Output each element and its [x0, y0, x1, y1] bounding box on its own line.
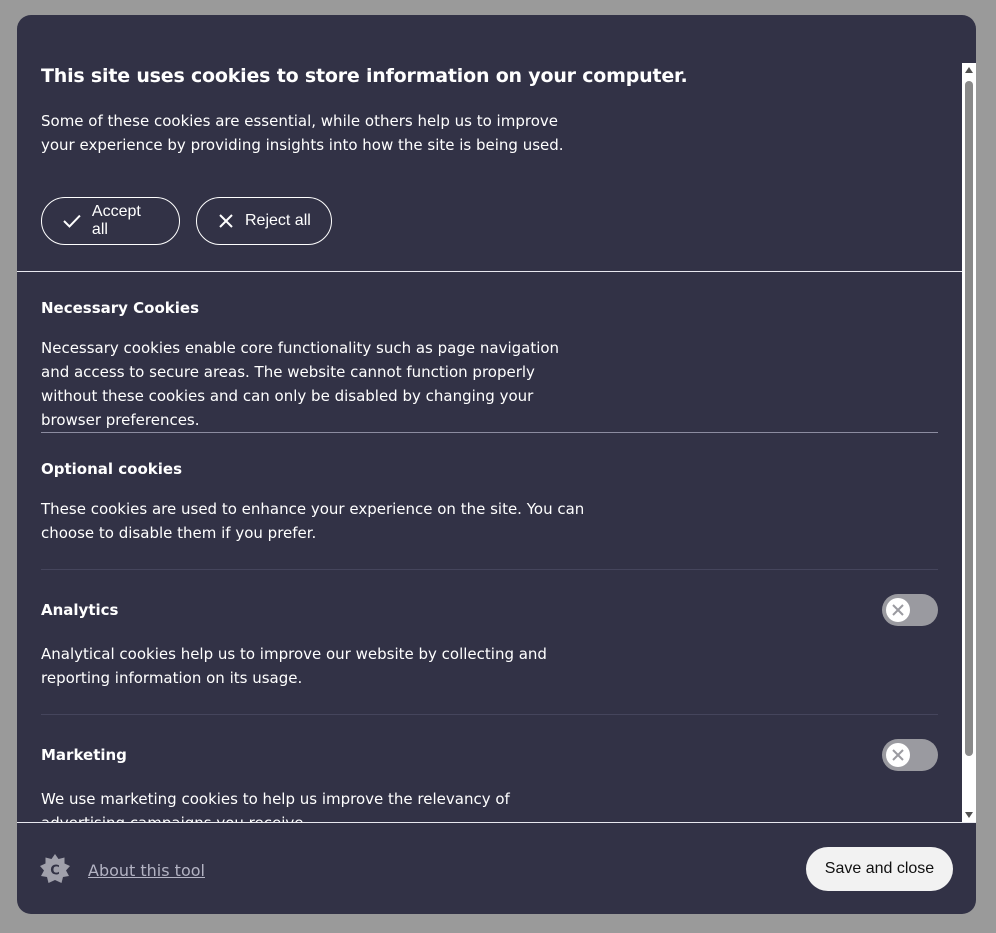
scrollbar[interactable]: [962, 63, 976, 822]
necessary-cookies-text: Necessary cookies enable core functional…: [41, 339, 560, 429]
marketing-heading: Marketing: [41, 746, 127, 764]
dialog-scroll-area[interactable]: This site uses cookies to store informat…: [17, 15, 962, 822]
cookie-consent-dialog: This site uses cookies to store informat…: [17, 15, 976, 914]
analytics-text: Analytical cookies help us to improve ou…: [41, 645, 547, 687]
close-icon: [892, 749, 904, 761]
civic-logo-icon: C: [40, 854, 70, 883]
optional-cookies-heading: Optional cookies: [41, 460, 182, 478]
svg-text:C: C: [50, 864, 60, 879]
scroll-down-arrow-icon[interactable]: [965, 812, 973, 818]
analytics-toggle[interactable]: [882, 594, 938, 626]
marketing-toggle[interactable]: [882, 739, 938, 771]
reject-all-button[interactable]: Reject all: [196, 197, 332, 245]
accept-all-button[interactable]: Accept all: [41, 197, 180, 245]
marketing-text: We use marketing cookies to help us impr…: [41, 790, 510, 822]
dialog-footer: C About this tool Save and close: [17, 822, 976, 914]
consent-buttons: Accept all Reject all: [41, 197, 332, 245]
close-icon: [219, 214, 233, 228]
toggle-knob: [886, 743, 910, 767]
optional-cookies-text: These cookies are used to enhance your e…: [41, 500, 585, 542]
close-icon: [892, 604, 904, 616]
dialog-title: This site uses cookies to store informat…: [41, 65, 688, 87]
divider: [41, 432, 938, 433]
save-and-close-button[interactable]: Save and close: [806, 847, 953, 891]
section-divider: [17, 271, 962, 272]
necessary-cookies-heading: Necessary Cookies: [41, 299, 200, 317]
reject-all-label: Reject all: [245, 212, 311, 229]
toggle-knob: [886, 598, 910, 622]
divider: [41, 569, 938, 570]
about-this-tool-link[interactable]: About this tool: [88, 861, 205, 880]
accept-all-label: Accept all: [91, 203, 141, 238]
check-icon: [63, 214, 81, 228]
intro-text: Some of these cookies are essential, whi…: [41, 112, 564, 154]
scroll-up-arrow-icon[interactable]: [965, 67, 973, 73]
scrollbar-thumb[interactable]: [965, 81, 973, 756]
divider: [41, 714, 938, 715]
analytics-heading: Analytics: [41, 601, 119, 619]
